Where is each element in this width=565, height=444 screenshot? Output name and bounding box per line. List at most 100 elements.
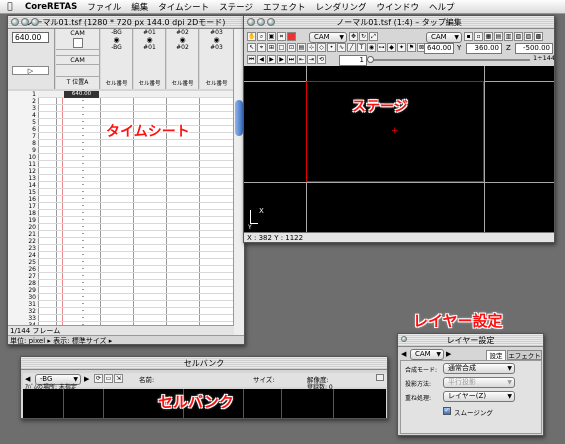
minimize-icon[interactable]: [257, 18, 265, 26]
next-frame-icon[interactable]: ▶: [277, 55, 286, 64]
table-row[interactable]: 4-: [8, 112, 234, 119]
tool-icon-e[interactable]: ▥: [504, 32, 513, 41]
next-layer-icon[interactable]: ▶: [446, 350, 451, 358]
marker-tool-icon[interactable]: ✦: [397, 43, 406, 52]
play-icon[interactable]: ▶: [267, 55, 276, 64]
zoom-icon[interactable]: [267, 18, 275, 26]
frame-field[interactable]: 1: [339, 55, 367, 66]
table-row[interactable]: 27-: [8, 273, 234, 280]
prev-layer-icon[interactable]: ◀: [401, 350, 406, 358]
table-row[interactable]: 26-: [8, 266, 234, 273]
tool-icon-d[interactable]: ▤: [494, 32, 503, 41]
menu-stage[interactable]: ステージ: [214, 1, 258, 13]
arrow-tool-icon[interactable]: ↖: [247, 43, 256, 52]
table-row[interactable]: 10-: [8, 154, 234, 161]
move-icon[interactable]: ✥: [349, 32, 358, 41]
table-row[interactable]: 29-: [8, 287, 234, 294]
menu-effect[interactable]: エフェクト: [258, 1, 311, 13]
table-row[interactable]: 17-: [8, 203, 234, 210]
smoothing-checkbox[interactable]: ✓: [443, 407, 451, 415]
table-row[interactable]: 16-: [8, 196, 234, 203]
menu-window[interactable]: ウインドウ: [371, 1, 424, 13]
cam-layer-header[interactable]: CAM CAM T 位置A: [56, 29, 100, 89]
table-row[interactable]: 3-: [8, 105, 234, 112]
node-tool-icon[interactable]: ◇: [317, 43, 326, 52]
table-row[interactable]: 11-: [8, 161, 234, 168]
scale-icon[interactable]: ⤢: [369, 32, 378, 41]
menu-timesheet[interactable]: タイムシート: [153, 1, 214, 13]
table-row[interactable]: 31-: [8, 301, 234, 308]
table-row[interactable]: 8-: [8, 140, 234, 147]
layer-header-02[interactable]: #02 ◉ #02 セル番号: [167, 29, 199, 89]
key-tool-icon[interactable]: ◆: [387, 43, 396, 52]
camera-select[interactable]: CAM ▼: [309, 32, 347, 43]
tool-icon-g[interactable]: ▨: [524, 32, 533, 41]
text-tool-icon[interactable]: T: [357, 43, 366, 52]
tool-icon-h[interactable]: ▩: [534, 32, 543, 41]
select-tool-icon[interactable]: ⌖: [257, 43, 266, 52]
visibility-icon[interactable]: ◉: [200, 36, 233, 44]
zoom-tool-icon[interactable]: ⌕: [257, 32, 266, 41]
layer-header-bg[interactable]: -BG ◉ -BG セル番号: [101, 29, 133, 89]
y-value-field[interactable]: 360.00: [466, 43, 502, 54]
table-row[interactable]: 12-: [8, 168, 234, 175]
timesheet-titlebar[interactable]: ノーマル01.tsf (1280 * 720 px 144.0 dpi 2Dモー…: [8, 16, 244, 29]
table-row[interactable]: 22-: [8, 238, 234, 245]
x-value-field[interactable]: 640.00: [424, 43, 454, 54]
link-tool-icon[interactable]: ⊶: [377, 43, 386, 52]
apple-icon[interactable]: : [0, 2, 20, 12]
menu-edit[interactable]: 編集: [126, 1, 153, 13]
menu-app-name[interactable]: CoreRETAS: [20, 2, 82, 12]
red-tool-icon[interactable]: [287, 32, 296, 41]
camera-select-2[interactable]: CAM ▼: [426, 32, 462, 43]
table-row[interactable]: 2-: [8, 98, 234, 105]
table-row[interactable]: 32-: [8, 308, 234, 315]
prev-frame-icon[interactable]: ◀: [257, 55, 266, 64]
table-row[interactable]: 28-: [8, 280, 234, 287]
eye-tool-icon[interactable]: ◉: [367, 43, 376, 52]
scroll-thumb[interactable]: [235, 100, 243, 136]
layer-header-01[interactable]: #01 ◉ #01 セル番号: [134, 29, 166, 89]
close-icon[interactable]: [247, 18, 255, 26]
slider-thumb[interactable]: [367, 56, 374, 63]
table-row[interactable]: 24-: [8, 252, 234, 259]
step-back-icon[interactable]: ⇤: [297, 55, 306, 64]
tool-icon-a[interactable]: ▪: [464, 32, 473, 41]
point-tool-icon[interactable]: •: [327, 43, 336, 52]
tab-effect[interactable]: エフェクト: [507, 350, 542, 360]
cam-value-field[interactable]: 640.00: [12, 32, 49, 43]
table-row[interactable]: 25-: [8, 259, 234, 266]
projection-select[interactable]: 平行投影 ▼: [443, 377, 515, 388]
layer-camera-select[interactable]: CAM ▼: [410, 349, 444, 360]
rotate-icon[interactable]: ↻: [359, 32, 368, 41]
transform-tool-icon[interactable]: ⊞: [267, 43, 276, 52]
rect-tool-icon[interactable]: □: [277, 43, 286, 52]
tool-icon-f[interactable]: ▧: [514, 32, 523, 41]
folder-icon[interactable]: ▭: [104, 374, 113, 383]
z-value-field[interactable]: -500.00: [515, 43, 553, 54]
table-row[interactable]: 20-: [8, 224, 234, 231]
cellbank-titlebar[interactable]: セルバンク: [21, 357, 387, 370]
crop-tool-icon[interactable]: ⌗: [277, 32, 286, 41]
frame-slider[interactable]: [367, 56, 530, 63]
layer-header-03[interactable]: #03 ◉ #03 セル番号: [200, 29, 234, 89]
table-row[interactable]: 21-: [8, 231, 234, 238]
step-forward-icon[interactable]: ⇥: [307, 55, 316, 64]
stamp-tool-icon[interactable]: ▣: [267, 32, 276, 41]
last-frame-icon[interactable]: ⏭: [287, 55, 296, 64]
minimize-icon[interactable]: [21, 18, 29, 26]
close-icon[interactable]: [401, 336, 407, 342]
table-row[interactable]: 33-: [8, 315, 234, 322]
overlap-select[interactable]: レイヤー(Z) ▼: [443, 391, 515, 402]
stage-titlebar[interactable]: ノーマル01.tsf (1:4) – タップ編集: [244, 16, 554, 29]
import-icon[interactable]: ⇲: [114, 374, 123, 383]
timesheet-footer[interactable]: 単位: pixel ▸ 表示: 標準サイズ ▸: [8, 335, 244, 344]
table-row[interactable]: 18-: [8, 210, 234, 217]
tab-settings[interactable]: 設定: [486, 350, 506, 360]
zoom-icon[interactable]: [31, 18, 39, 26]
table-row[interactable]: 9-: [8, 147, 234, 154]
play-button[interactable]: ▷: [12, 66, 49, 75]
visibility-icon[interactable]: ◉: [134, 36, 165, 44]
camera-icon[interactable]: [72, 38, 83, 48]
layer-settings-titlebar[interactable]: レイヤー設定: [398, 334, 543, 347]
